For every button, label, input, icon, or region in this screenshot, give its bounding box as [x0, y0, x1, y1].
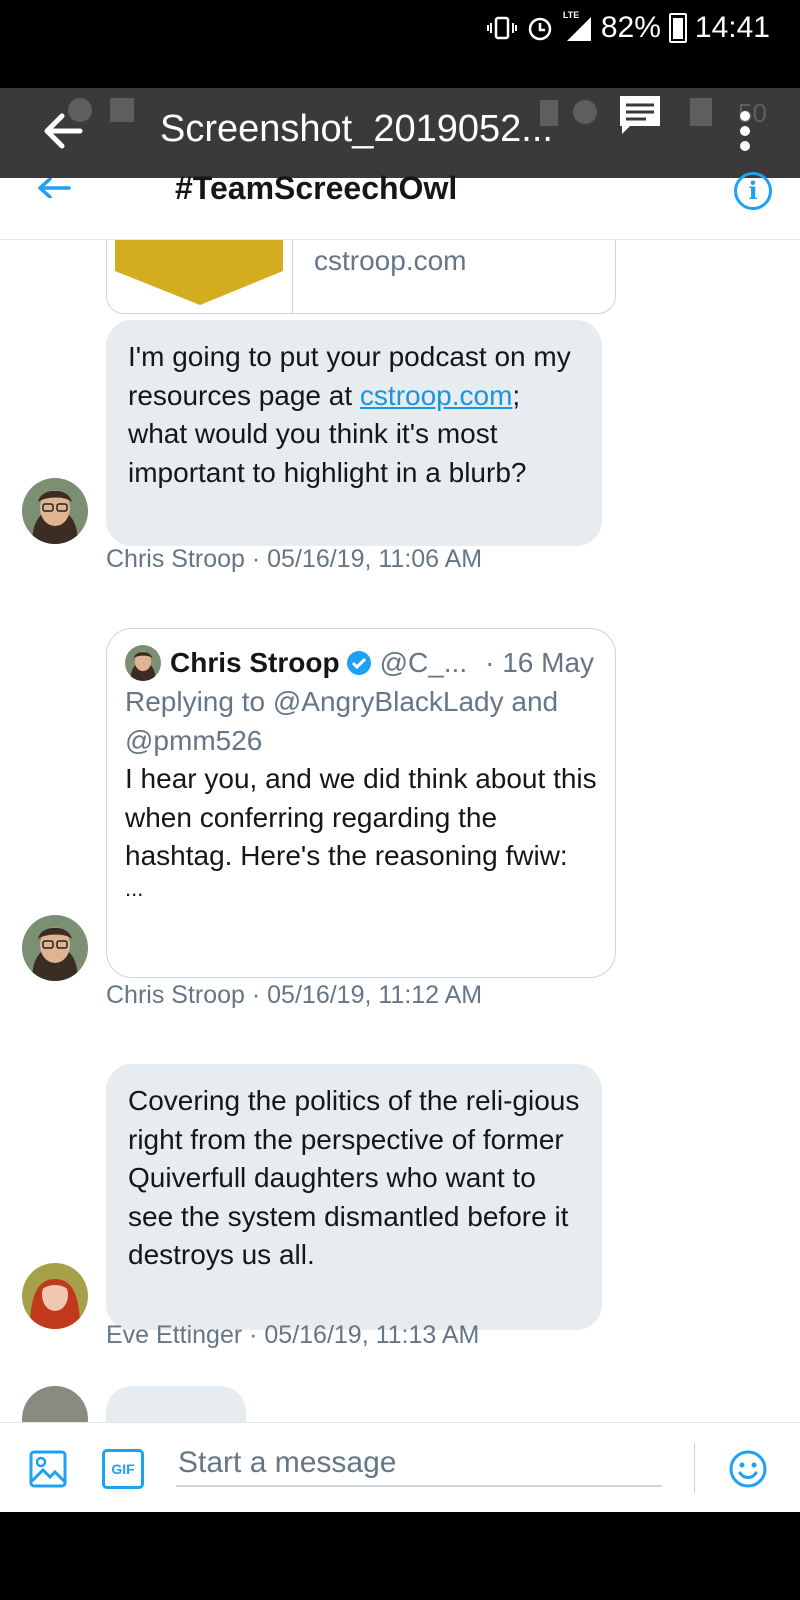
- clock: 14:41: [694, 11, 770, 44]
- status-icons: LTE 82% 14:41: [486, 8, 770, 48]
- link-thumbnail: [107, 240, 293, 313]
- gif-icon[interactable]: GIF: [102, 1449, 144, 1489]
- message-bubble: [106, 1386, 246, 1422]
- vibrate-icon: [486, 13, 517, 43]
- message-timestamp: Chris Stroop · 05/16/19, 11:12 AM: [106, 981, 483, 1009]
- quoted-tweet-ellipsis: ...: [125, 875, 144, 901]
- avatar[interactable]: [22, 478, 88, 544]
- system-navigation-bar: [0, 1512, 800, 1600]
- network-type: LTE: [562, 10, 580, 20]
- composer-divider: [694, 1443, 695, 1493]
- avatar[interactable]: [22, 1386, 88, 1422]
- message-bubble: Covering the politics of the reli-gious …: [106, 1064, 602, 1330]
- info-icon[interactable]: i: [734, 172, 772, 210]
- battery-icon: [668, 13, 687, 43]
- quoted-tweet-date: · 16 May: [485, 647, 595, 678]
- message-composer: GIF: [0, 1422, 800, 1512]
- quoted-tweet-text: I hear you, and we did think about this …: [125, 763, 597, 871]
- comment-icon[interactable]: [616, 92, 664, 140]
- message-timestamp: Eve Ettinger · 05/16/19, 11:13 AM: [106, 1321, 480, 1349]
- avatar[interactable]: [22, 915, 88, 981]
- avatar[interactable]: [22, 1263, 88, 1329]
- quoted-avatar: [125, 645, 161, 681]
- message-timestamp: Chris Stroop · 05/16/19, 11:06 AM: [106, 545, 483, 573]
- status-bar: LTE 82% 14:41: [0, 0, 800, 88]
- back-arrow-icon[interactable]: [38, 106, 88, 156]
- image-title: Screenshot_2019052...: [160, 108, 553, 150]
- more-options-icon[interactable]: [735, 106, 755, 156]
- message-link[interactable]: cstroop.com: [360, 380, 513, 411]
- quoted-author-name: Chris Stroop: [170, 647, 340, 678]
- back-arrow-icon[interactable]: [36, 177, 72, 199]
- image-icon[interactable]: [28, 1449, 68, 1489]
- quoted-author-handle: @C_...: [379, 647, 468, 678]
- message-list[interactable]: cstroop.com I'm going to put your podcas…: [0, 240, 800, 1422]
- image-viewer-toolbar: 50 Screenshot_2019052...: [0, 88, 800, 178]
- conversation-header: #TeamScreechOwl i: [0, 170, 800, 240]
- alarm-icon: [525, 13, 555, 43]
- message-input[interactable]: [176, 1441, 662, 1487]
- quoted-tweet-header: Chris Stroop @C_... · 16 May: [125, 645, 597, 681]
- emoji-icon[interactable]: [728, 1449, 768, 1489]
- battery-percent: 82%: [600, 11, 661, 44]
- message-bubble: I'm going to put your podcast on my reso…: [106, 320, 602, 546]
- conversation-title: #TeamScreechOwl: [175, 170, 458, 206]
- quoted-tweet[interactable]: Chris Stroop @C_... · 16 May Replying to…: [106, 628, 616, 978]
- link-domain: cstroop.com: [314, 245, 467, 276]
- replying-to: Replying to @AngryBlackLady and @pmm526: [125, 686, 559, 756]
- verified-icon: [346, 650, 372, 676]
- link-preview-card[interactable]: cstroop.com: [106, 240, 616, 314]
